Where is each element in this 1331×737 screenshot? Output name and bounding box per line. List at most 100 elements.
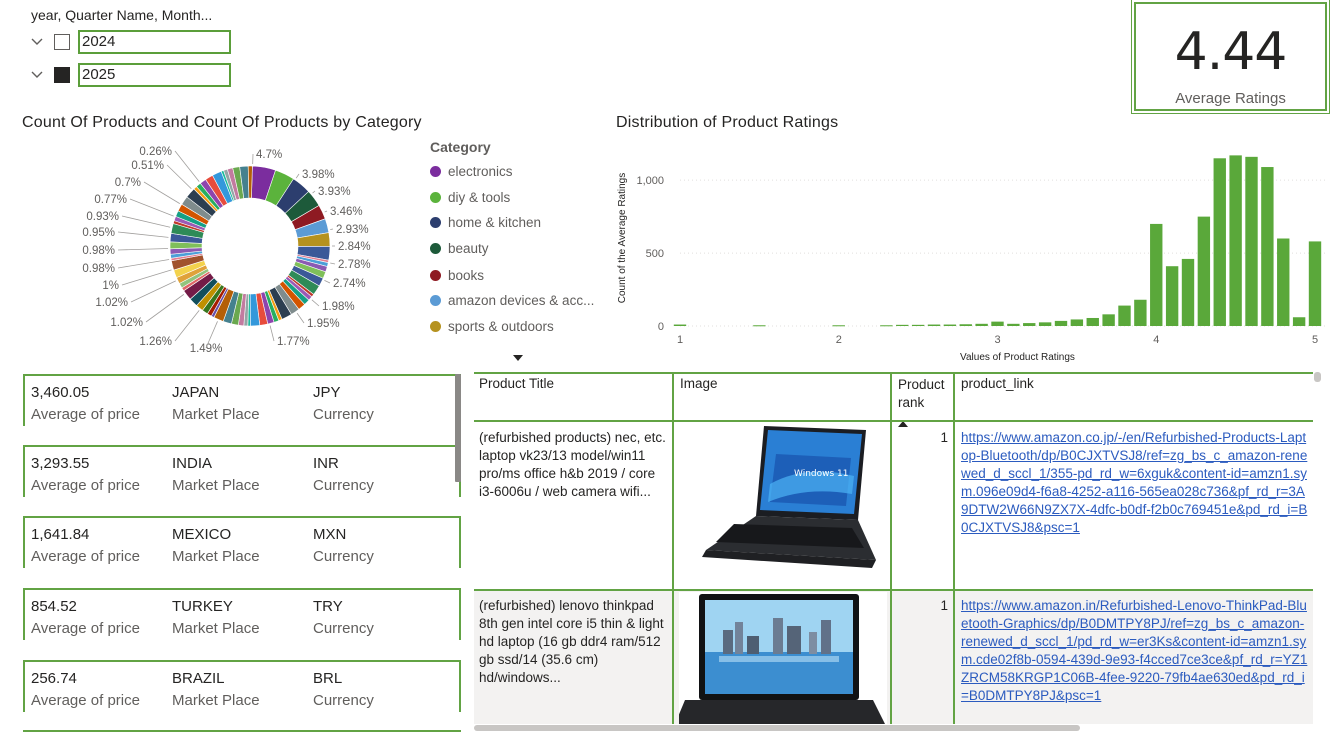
- country-card-turkey[interactable]: 854.52 Average of price TURKEY Market Place…: [23, 588, 461, 640]
- histogram-bar: [1245, 156, 1258, 326]
- average-price-value: 1,641.84: [31, 526, 90, 543]
- donut-data-label: 4.7%: [256, 149, 282, 161]
- legend-item[interactable]: diy & tools: [430, 188, 510, 206]
- histogram-bar: [1229, 155, 1242, 326]
- legend-label: amazon devices & acc...: [448, 292, 595, 308]
- y-tick-label: 1,000: [636, 175, 664, 187]
- legend-item[interactable]: home & kitchen: [430, 213, 541, 231]
- column-header-product-title[interactable]: Product Title: [474, 372, 672, 421]
- column-header-product-rank[interactable]: Product rank: [893, 372, 953, 427]
- slicer-item-2025[interactable]: 2025: [30, 63, 231, 87]
- donut-leader-line: [143, 181, 181, 204]
- cards-scrollbar[interactable]: [455, 374, 461, 482]
- donut-leader-line: [117, 231, 169, 238]
- donut-data-label: 1.02%: [110, 317, 143, 329]
- average-price-label: Average of price: [31, 548, 140, 565]
- y-tick-label: 500: [646, 248, 664, 260]
- histogram-bar: [927, 324, 941, 326]
- legend-item[interactable]: books: [430, 266, 484, 284]
- histogram-bar: [1197, 216, 1211, 326]
- slicer-item-2024[interactable]: 2024: [30, 30, 231, 54]
- country-card-brazil[interactable]: 256.74 Average of price BRAZIL Market Place…: [23, 660, 461, 712]
- histogram-bar: [1165, 266, 1179, 326]
- histogram-bar: [880, 325, 893, 327]
- average-price-label: Average of price: [31, 406, 140, 423]
- donut-data-label: 0.98%: [82, 245, 115, 257]
- chevron-down-icon[interactable]: [30, 68, 44, 82]
- donut-data-label: 0.77%: [94, 194, 127, 206]
- country-card-mexico[interactable]: 1,641.84 Average of price MEXICO Market Pla…: [23, 516, 461, 568]
- legend-label: diy & tools: [448, 189, 511, 205]
- donut-leader-line: [174, 310, 200, 342]
- donut-leader-line: [117, 248, 169, 251]
- donut-slice: [247, 165, 253, 199]
- donut-data-label: 2.78%: [338, 259, 371, 271]
- kpi-card[interactable]: 4.44 Average Ratings: [1131, 0, 1330, 114]
- histogram-bar: [911, 324, 925, 326]
- country-card-india[interactable]: 3,293.55 Average of price INDIA Market Plac…: [23, 445, 461, 497]
- products-table: Product Title Image Product rank product…: [474, 372, 1313, 724]
- histogram-bar: [943, 324, 957, 326]
- currency-label: Currency: [313, 548, 374, 565]
- x-tick-label: 2: [836, 334, 842, 346]
- column-header-image[interactable]: Image: [675, 372, 890, 421]
- market-place-value: MEXICO: [172, 526, 232, 543]
- histogram-bar: [959, 324, 972, 326]
- table-vertical-scrollbar[interactable]: [1314, 372, 1321, 382]
- y-axis-title: Count of the Average Ratings: [617, 173, 628, 303]
- average-price-label: Average of price: [31, 477, 140, 494]
- legend-item[interactable]: amazon devices & acc...: [430, 291, 594, 309]
- cards-bottom-border: [23, 730, 461, 732]
- product-link[interactable]: https://www.amazon.in/Refurbished-Lenovo…: [961, 598, 1307, 703]
- histogram-bar: [1007, 323, 1020, 326]
- donut-data-label: 2.74%: [333, 278, 366, 290]
- donut-data-label: 2.93%: [336, 224, 369, 236]
- slicer-checkbox-2024[interactable]: [54, 34, 70, 50]
- cell-product-title: (refurbished) lenovo thinkpad 8th gen in…: [479, 598, 664, 685]
- donut-data-label: 1.49%: [190, 343, 223, 355]
- legend-color-dot: [430, 165, 441, 177]
- donut-leader-line: [311, 299, 320, 307]
- currency-value: BRL: [313, 670, 343, 687]
- legend-item[interactable]: sports & outdoors: [430, 317, 554, 335]
- histogram-chart[interactable]: 0 500 1,000 1 2 3 4 5 Values of Product Ratings C…: [612, 140, 1327, 368]
- donut-leader-line: [269, 325, 275, 342]
- legend-color-dot: [430, 294, 441, 306]
- legend-color-dot: [430, 320, 441, 332]
- legend-item[interactable]: beauty: [430, 239, 489, 257]
- chevron-down-icon[interactable]: [30, 35, 44, 49]
- legend-scroll-down-icon[interactable]: [513, 349, 523, 367]
- svg-text:Windows 11: Windows 11: [794, 469, 849, 479]
- histogram-bar: [1054, 320, 1068, 326]
- histogram-bar: [1038, 322, 1052, 326]
- donut-data-label: 1.77%: [277, 336, 310, 348]
- y-tick-label: 0: [658, 321, 664, 333]
- cell-product-link: https://www.amazon.in/Refurbished-Lenovo…: [956, 593, 1313, 723]
- product-link[interactable]: https://www.amazon.co.jp/-/en/Refurbishe…: [961, 430, 1307, 535]
- donut-leader-line: [130, 280, 176, 303]
- donut-data-label: 0.7%: [115, 177, 141, 189]
- histogram-bar: [832, 325, 845, 327]
- donut-leader-line: [330, 262, 336, 265]
- histogram-bar: [1308, 241, 1322, 326]
- table-horizontal-scrollbar[interactable]: [474, 725, 1080, 731]
- x-tick-label: 5: [1312, 334, 1318, 346]
- slicer-checkbox-2025[interactable]: [54, 67, 70, 83]
- donut-data-label: 0.98%: [82, 263, 115, 275]
- legend-label: beauty: [448, 240, 489, 256]
- donut-leader-line: [121, 269, 172, 286]
- donut-leader-line: [324, 210, 328, 213]
- histogram-bar: [1134, 299, 1147, 326]
- histogram-bar: [1118, 305, 1131, 326]
- column-header-product-link[interactable]: product_link: [956, 372, 1313, 421]
- country-card-japan[interactable]: 3,460.05 Average of price JAPAN Market Plac…: [23, 374, 461, 426]
- market-place-label: Market Place: [172, 406, 260, 423]
- legend-item[interactable]: electronics: [430, 162, 513, 180]
- donut-leader-line: [145, 294, 185, 323]
- currency-value: MXN: [313, 526, 347, 543]
- donut-data-label: 1.26%: [139, 336, 172, 348]
- donut-chart-title: Count Of Products and Count Of Products …: [22, 114, 422, 131]
- histogram-bar: [991, 321, 1004, 326]
- donut-chart[interactable]: 0.26% 4.7% 3.98% 3.93% 3.46% 2.93% 2.84% 2.78% 2…: [60, 140, 420, 360]
- histogram-bar: [1102, 314, 1115, 326]
